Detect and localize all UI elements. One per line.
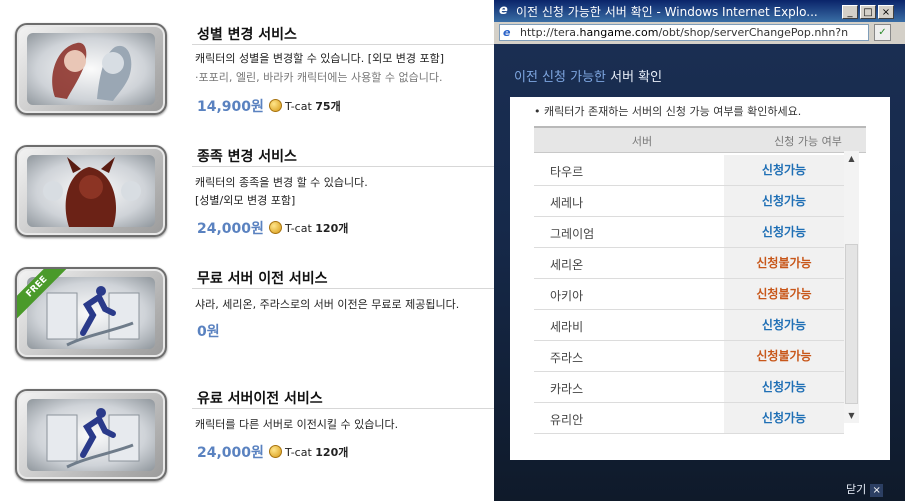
url-field[interactable]: e http://tera.hangame.com/obt/shop/serve… bbox=[499, 24, 869, 41]
ie-logo-icon: e bbox=[499, 3, 508, 18]
minimize-button[interactable]: _ bbox=[842, 5, 858, 19]
free-transfer-thumbnail[interactable]: FREE bbox=[15, 267, 167, 359]
popup-window: e 이전 신청 가능한 서버 확인 - Windows Internet Exp… bbox=[494, 0, 905, 501]
url-text: http://tera.hangame.com/obt/shop/serverC… bbox=[520, 26, 849, 39]
service-description: 샤라, 세리온, 주라스로의 서버 이전은 무료로 제공됩니다. bbox=[195, 298, 460, 311]
tcat-amount: 75개 bbox=[315, 100, 341, 113]
column-status: 신청 가능 여부 bbox=[774, 135, 842, 148]
service-note: [성별/외모 변경 포함] bbox=[195, 194, 296, 207]
close-label: 닫기 bbox=[846, 483, 867, 496]
server-status: 신청불가능 bbox=[724, 279, 844, 309]
service-item-gender-change: 성별 변경 서비스 캐릭터의 성별을 변경할 수 있습니다. [외모 변경 포함… bbox=[0, 0, 500, 115]
server-status: 신청가능 bbox=[724, 186, 844, 216]
table-row: 주라스 신청불가능 bbox=[534, 341, 844, 372]
table-row: 타우르 신청가능 bbox=[534, 155, 844, 186]
divider bbox=[192, 408, 500, 409]
scrollbar-thumb[interactable] bbox=[845, 244, 858, 404]
service-title: 성별 변경 서비스 bbox=[197, 27, 297, 43]
table-row: 아키아 신청불가능 bbox=[534, 279, 844, 310]
notice-text: • 캐릭터가 존재하는 서버의 신청 가능 여부를 확인하세요. bbox=[534, 105, 802, 118]
tcat-price: T-cat 75개 bbox=[269, 98, 341, 114]
tcat-coin-icon bbox=[269, 99, 282, 112]
popup-title-rest: 서버 확인 bbox=[606, 70, 663, 85]
popup-title-highlight: 이전 신청 가능한 bbox=[514, 70, 606, 85]
server-name: 세레나 bbox=[550, 196, 584, 210]
address-bar: e http://tera.hangame.com/obt/shop/serve… bbox=[494, 22, 905, 44]
tcat-label: T-cat bbox=[285, 446, 312, 459]
server-status: 신청가능 bbox=[724, 155, 844, 185]
server-status: 신청불가능 bbox=[724, 248, 844, 278]
table-scrollbar[interactable]: ▲ ▼ bbox=[844, 151, 859, 423]
tcat-label: T-cat bbox=[285, 100, 312, 113]
server-name: 타우르 bbox=[550, 165, 584, 179]
gender-change-thumbnail[interactable] bbox=[15, 23, 167, 115]
divider bbox=[192, 44, 500, 45]
page-icon: e bbox=[503, 26, 511, 39]
service-note: ·포포리, 엘린, 바라카 캐릭터에는 사용할 수 없습니다. bbox=[195, 71, 443, 84]
table-row: 세레나 신청가능 bbox=[534, 186, 844, 217]
service-title: 무료 서버 이전 서비스 bbox=[197, 271, 328, 287]
service-price: 24,000원 bbox=[197, 221, 264, 237]
service-price: 14,900원 bbox=[197, 99, 264, 115]
tcat-price: T-cat 120개 bbox=[269, 444, 348, 460]
tcat-amount: 120개 bbox=[315, 446, 349, 459]
tcat-label: T-cat bbox=[285, 222, 312, 235]
shop-service-list: 성별 변경 서비스 캐릭터의 성별을 변경할 수 있습니다. [외모 변경 포함… bbox=[0, 0, 500, 501]
service-title: 종족 변경 서비스 bbox=[197, 149, 297, 165]
server-name: 아키아 bbox=[550, 289, 584, 303]
table-row: 세리온 신청불가능 bbox=[534, 248, 844, 279]
server-name: 유리안 bbox=[550, 413, 584, 427]
table-row: 유리안 신청가능 bbox=[534, 403, 844, 434]
server-name: 그레이엄 bbox=[550, 227, 595, 241]
server-name: 세라비 bbox=[550, 320, 584, 334]
close-button[interactable]: 닫기 × bbox=[846, 481, 884, 497]
divider bbox=[192, 166, 500, 167]
service-item-race-change: 종족 변경 서비스 캐릭터의 종족을 변경 할 수 있습니다. [성별/외모 변… bbox=[0, 122, 500, 237]
table-header: 서버 신청 가능 여부 bbox=[534, 126, 866, 153]
window-titlebar[interactable]: e 이전 신청 가능한 서버 확인 - Windows Internet Exp… bbox=[494, 0, 905, 22]
paid-transfer-thumbnail[interactable] bbox=[15, 389, 167, 481]
service-price: 24,000원 bbox=[197, 445, 264, 461]
close-window-button[interactable]: × bbox=[878, 5, 894, 19]
scroll-up-arrow-icon[interactable]: ▲ bbox=[844, 151, 859, 166]
server-status: 신청가능 bbox=[724, 403, 844, 433]
service-description: 캐릭터의 종족을 변경 할 수 있습니다. bbox=[195, 176, 368, 189]
column-server: 서버 bbox=[631, 135, 653, 148]
tcat-coin-icon bbox=[269, 445, 282, 458]
server-name: 세리온 bbox=[550, 258, 584, 272]
server-name: 카라스 bbox=[550, 382, 584, 396]
race-change-thumbnail[interactable] bbox=[15, 145, 167, 237]
tcat-coin-icon bbox=[269, 221, 282, 234]
server-name: 주라스 bbox=[550, 351, 584, 365]
close-icon: × bbox=[870, 484, 884, 497]
popup-content: 이전 신청 가능한 서버 확인 • 캐릭터가 존재하는 서버의 신청 가능 여부… bbox=[494, 44, 905, 501]
tcat-price: T-cat 120개 bbox=[269, 220, 348, 236]
tcat-amount: 120개 bbox=[315, 222, 349, 235]
table-row: 카라스 신청가능 bbox=[534, 372, 844, 403]
server-list-panel: • 캐릭터가 존재하는 서버의 신청 가능 여부를 확인하세요. 서버 신청 가… bbox=[510, 97, 890, 460]
service-price: 0원 bbox=[197, 324, 220, 340]
divider bbox=[192, 288, 500, 289]
table-row: 세라비 신청가능 bbox=[534, 310, 844, 341]
popup-title: 이전 신청 가능한 서버 확인 bbox=[514, 66, 662, 85]
table-row: 그레이엄 신청가능 bbox=[534, 217, 844, 248]
service-description: 캐릭터의 성별을 변경할 수 있습니다. [외모 변경 포함] bbox=[195, 52, 445, 65]
server-status: 신청가능 bbox=[724, 372, 844, 402]
service-title: 유료 서버이전 서비스 bbox=[197, 391, 323, 407]
server-table-body: 타우르 신청가능 세레나 신청가능 그레이엄 신청가능 세리온 신청불가능 아키아 신청불가능 세라… bbox=[534, 155, 844, 434]
scroll-down-arrow-icon[interactable]: ▼ bbox=[844, 408, 859, 423]
service-item-free-transfer: FREE 무료 서버 이전 서비스 샤라, 세리온, 주라스로의 서버 이전은 … bbox=[0, 244, 500, 359]
window-title: 이전 신청 가능한 서버 확인 - Windows Internet Explo… bbox=[516, 5, 818, 19]
server-status: 신청불가능 bbox=[724, 341, 844, 371]
service-item-paid-transfer: 유료 서버이전 서비스 캐릭터를 다른 서버로 이전시킬 수 있습니다. 24,… bbox=[0, 366, 500, 481]
server-status: 신청가능 bbox=[724, 217, 844, 247]
service-description: 캐릭터를 다른 서버로 이전시킬 수 있습니다. bbox=[195, 418, 399, 431]
security-report-icon[interactable]: ✓ bbox=[874, 24, 891, 41]
server-status: 신청가능 bbox=[724, 310, 844, 340]
maximize-button[interactable]: □ bbox=[860, 5, 876, 19]
